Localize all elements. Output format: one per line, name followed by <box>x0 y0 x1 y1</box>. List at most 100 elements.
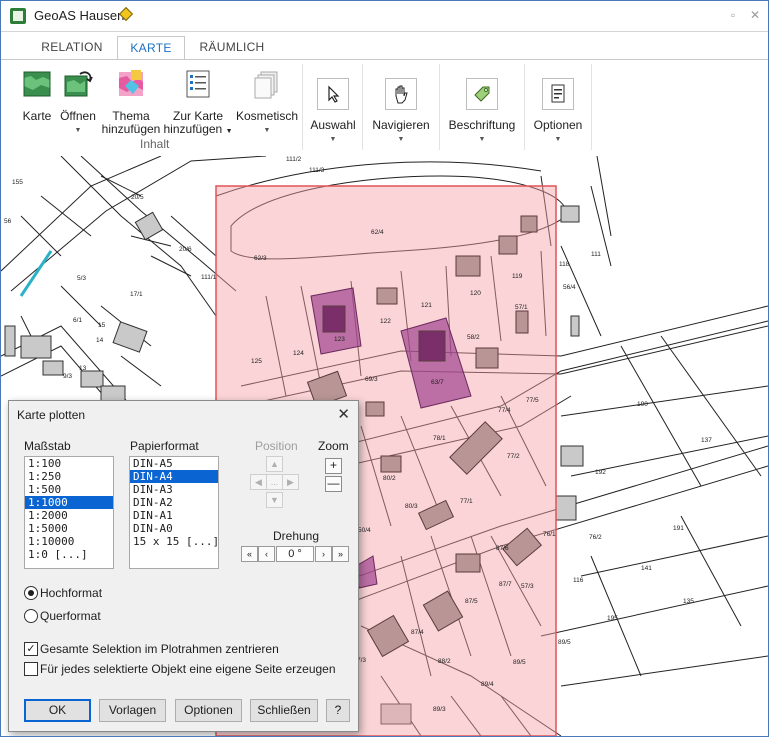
massstab-label: Maßstab <box>24 439 71 453</box>
chevron-down-icon: ▼ <box>554 136 562 143</box>
hochformat-label[interactable]: Hochformat <box>40 586 102 600</box>
help-button[interactable]: ? <box>326 699 350 722</box>
zoom-out-button[interactable]: — <box>325 476 342 492</box>
svg-text:17/1: 17/1 <box>130 291 143 298</box>
rotation-value-field[interactable]: 0 ° <box>276 546 314 562</box>
chevron-down-icon: ▼ <box>329 136 337 143</box>
svg-text:50/4: 50/4 <box>358 527 371 534</box>
list-item[interactable]: DIN-A0 <box>130 522 218 535</box>
papierformat-label: Papierformat <box>130 439 199 453</box>
rotate-first-button[interactable]: « <box>241 546 258 562</box>
zoom-label: Zoom <box>318 439 349 453</box>
list-item[interactable]: DIN-A5 <box>130 457 218 470</box>
auswahl-button[interactable]: Auswahl ▼ <box>307 78 359 146</box>
svg-text:56: 56 <box>4 218 12 225</box>
optionen-ribbon-label: Optionen <box>533 118 583 132</box>
svg-text:89/4: 89/4 <box>481 681 494 688</box>
vorlagen-button[interactable]: Vorlagen <box>99 699 166 722</box>
tab-relation[interactable]: RELATION <box>33 36 111 59</box>
svg-text:15: 15 <box>98 322 106 329</box>
center-selection-label[interactable]: Gesamte Selektion im Plotrahmen zentrier… <box>40 642 279 656</box>
list-item[interactable]: 1:10000 <box>25 535 113 548</box>
massstab-list[interactable]: 1:100 1:250 1:500 1:1000 1:2000 1:5000 1… <box>24 456 114 569</box>
ribbon-separator <box>439 64 440 150</box>
svg-text:20/6: 20/6 <box>179 246 192 253</box>
list-item[interactable]: 1:1000 <box>25 496 113 509</box>
papierformat-list[interactable]: DIN-A5 DIN-A4 DIN-A3 DIN-A2 DIN-A1 DIN-A… <box>129 456 219 569</box>
rotate-last-button[interactable]: » <box>332 546 349 562</box>
svg-text:87/6: 87/6 <box>496 545 509 552</box>
maximize-icon[interactable]: ▫ <box>725 6 741 24</box>
schliessen-button[interactable]: Schließen <box>250 699 318 722</box>
navigieren-button[interactable]: Navigieren ▼ <box>367 78 435 146</box>
list-item[interactable]: DIN-A3 <box>130 483 218 496</box>
position-center-button[interactable]: ... <box>266 474 283 490</box>
thema-hinzufuegen-button[interactable]: Thema hinzufügen <box>99 68 163 136</box>
tab-karte[interactable]: KARTE <box>117 36 185 61</box>
position-left-button[interactable]: ◀ <box>250 474 267 490</box>
close-window-icon[interactable]: ✕ <box>747 6 763 24</box>
svg-text:111/1: 111/1 <box>201 274 217 281</box>
svg-text:62/4: 62/4 <box>371 229 384 236</box>
svg-text:80/3: 80/3 <box>405 503 418 510</box>
svg-text:124: 124 <box>293 350 304 357</box>
svg-text:77/4: 77/4 <box>498 407 511 414</box>
list-item[interactable]: 1:250 <box>25 470 113 483</box>
list-item[interactable]: 1:500 <box>25 483 113 496</box>
position-right-button[interactable]: ▶ <box>282 474 299 490</box>
zoom-in-button[interactable]: + <box>325 458 342 474</box>
zur-karte-hinzufuegen-button[interactable]: Zur Karte hinzufügen ▼ <box>163 68 233 138</box>
pan-hand-icon <box>385 78 417 110</box>
svg-text:118: 118 <box>559 261 570 268</box>
position-down-button[interactable]: ▼ <box>266 492 283 508</box>
optionen-ribbon-button[interactable]: Optionen ▼ <box>529 78 587 146</box>
list-item[interactable]: DIN-A2 <box>130 496 218 509</box>
group-label-inhalt: Inhalt <box>140 137 170 151</box>
svg-text:123: 123 <box>334 336 345 343</box>
list-item[interactable]: 15 x 15 [...] <box>130 535 218 548</box>
svg-text:57/3: 57/3 <box>521 583 534 590</box>
rotate-next-button[interactable]: › <box>315 546 332 562</box>
svg-text:121: 121 <box>421 302 432 309</box>
kosmetisch-button[interactable]: Kosmetisch ▼ <box>233 68 301 137</box>
zurkarte-label-2: hinzufügen ▼ <box>163 123 233 138</box>
hochformat-radio[interactable] <box>24 586 38 600</box>
querformat-radio[interactable] <box>24 609 38 623</box>
list-item[interactable]: 1:100 <box>25 457 113 470</box>
querformat-label[interactable]: Querformat <box>40 609 101 623</box>
rotate-prev-button[interactable]: ‹ <box>258 546 275 562</box>
list-item[interactable]: 1:2000 <box>25 509 113 522</box>
list-item[interactable]: 1:0 [...] <box>25 548 113 561</box>
center-selection-checkbox[interactable]: ✓ <box>24 642 38 656</box>
svg-text:76/2: 76/2 <box>589 534 602 541</box>
beschriftung-button[interactable]: Beschriftung ▼ <box>444 78 520 146</box>
position-up-button[interactable]: ▲ <box>266 456 283 472</box>
svg-text:111/2: 111/2 <box>286 156 302 163</box>
svg-text:20/5: 20/5 <box>131 194 144 201</box>
oeffnen-label: Öffnen <box>60 109 96 123</box>
add-to-map-list-icon <box>186 70 210 98</box>
ribbon-separator <box>302 64 303 150</box>
karte-button[interactable]: Karte <box>19 68 55 123</box>
list-item[interactable]: DIN-A4 <box>130 470 218 483</box>
dialog-close-icon[interactable]: ✕ <box>337 405 350 423</box>
svg-text:116: 116 <box>573 577 584 584</box>
list-item[interactable]: 1:5000 <box>25 522 113 535</box>
svg-text:76/1: 76/1 <box>543 531 556 538</box>
thema-label-2: hinzufügen <box>101 122 161 136</box>
tab-raeumlich[interactable]: RÄUMLICH <box>189 36 275 59</box>
cursor-arrow-icon <box>317 78 349 110</box>
optionen-button[interactable]: Optionen <box>175 699 242 722</box>
svg-text:77/2: 77/2 <box>507 453 520 460</box>
own-page-checkbox[interactable] <box>24 662 38 676</box>
svg-text:13: 13 <box>79 365 87 372</box>
svg-text:63/7: 63/7 <box>431 379 444 386</box>
chevron-down-icon: ▼ <box>478 136 486 143</box>
ok-button[interactable]: OK <box>24 699 91 722</box>
oeffnen-button[interactable]: Öffnen ▼ <box>57 68 99 137</box>
svg-text:14: 14 <box>96 337 104 344</box>
own-page-label[interactable]: Für jedes selektierte Objekt eine eigene… <box>40 662 336 676</box>
position-label: Position <box>255 439 298 453</box>
list-item[interactable]: DIN-A1 <box>130 509 218 522</box>
karte-plotten-dialog: Karte plotten ✕ Maßstab 1:100 1:250 1:50… <box>8 400 359 732</box>
